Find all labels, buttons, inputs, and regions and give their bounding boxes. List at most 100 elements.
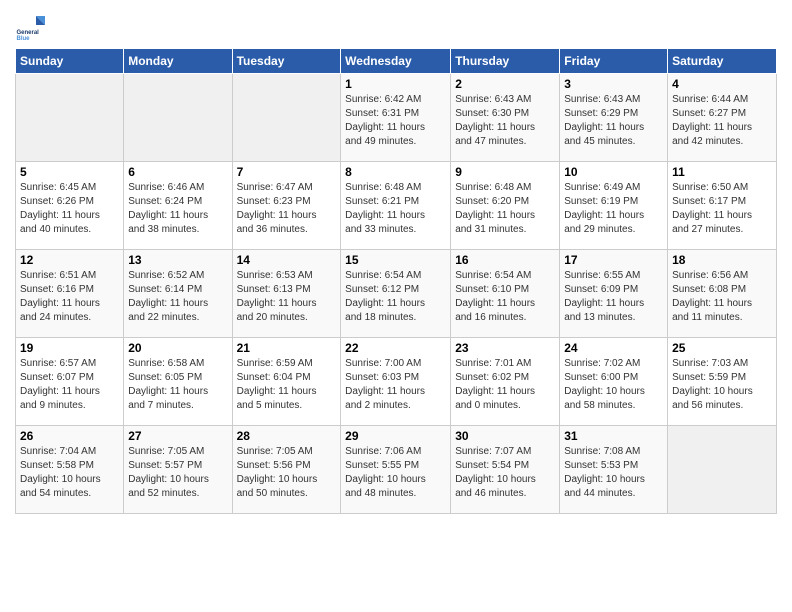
header: General Blue — [15, 10, 777, 40]
calendar-week-row: 5 Sunrise: 6:45 AM Sunset: 6:26 PM Daylig… — [16, 162, 777, 250]
day-number: 23 — [455, 341, 555, 355]
day-info: Sunrise: 6:52 AM Sunset: 6:14 PM Dayligh… — [128, 269, 227, 325]
day-info: Sunrise: 6:44 AM Sunset: 6:27 PM Dayligh… — [672, 93, 772, 149]
day-number: 10 — [564, 165, 663, 179]
day-info: Sunrise: 6:53 AM Sunset: 6:13 PM Dayligh… — [237, 269, 337, 325]
calendar-cell: 11Sunrise: 6:50 AM Sunset: 6:17 PM Dayli… — [668, 162, 777, 250]
day-info: Sunrise: 6:59 AM Sunset: 6:04 PM Dayligh… — [237, 357, 337, 413]
calendar-week-row: 26Sunrise: 7:04 AM Sunset: 5:58 PM Dayli… — [16, 426, 777, 514]
day-number: 11 — [672, 165, 772, 179]
day-info: Sunrise: 6:47 AM Sunset: 6:23 PM Dayligh… — [237, 181, 337, 237]
day-number: 3 — [564, 77, 663, 91]
day-number: 27 — [128, 429, 227, 443]
day-info: Sunrise: 7:08 AM Sunset: 5:53 PM Dayligh… — [564, 445, 663, 501]
calendar-cell: 6Sunrise: 6:46 AM Sunset: 6:24 PM Daylig… — [124, 162, 232, 250]
day-number: 9 — [455, 165, 555, 179]
calendar-cell: 2 Sunrise: 6:43 AM Sunset: 6:30 PM Daylig… — [451, 74, 560, 162]
svg-text:Blue: Blue — [17, 36, 31, 40]
calendar-cell: 27 Sunrise: 7:05 AM Sunset: 5:57 PM Dayli… — [124, 426, 232, 514]
day-info: Sunrise: 7:06 AM Sunset: 5:55 PM Dayligh… — [345, 445, 446, 501]
day-info: Sunrise: 6:43 AM Sunset: 6:30 PM Dayligh… — [455, 93, 555, 149]
weekday-header: Monday — [124, 49, 232, 74]
day-number: 18 — [672, 253, 772, 267]
day-info: Sunrise: 7:05 AM Sunset: 5:56 PM Dayligh… — [237, 445, 337, 501]
weekday-header: Friday — [560, 49, 668, 74]
day-number: 19 — [20, 341, 119, 355]
day-number: 12 — [20, 253, 119, 267]
day-number: 25 — [672, 341, 772, 355]
day-info: Sunrise: 6:54 AM Sunset: 6:12 PM Dayligh… — [345, 269, 446, 325]
calendar-cell: 9 Sunrise: 6:48 AM Sunset: 6:20 PM Daylig… — [451, 162, 560, 250]
calendar-cell: 1 Sunrise: 6:42 AM Sunset: 6:31 PM Daylig… — [341, 74, 451, 162]
day-info: Sunrise: 7:05 AM Sunset: 5:57 PM Dayligh… — [128, 445, 227, 501]
calendar-cell: 18Sunrise: 6:56 AM Sunset: 6:08 PM Dayli… — [668, 250, 777, 338]
calendar-cell: 24Sunrise: 7:02 AM Sunset: 6:00 PM Dayli… — [560, 338, 668, 426]
day-number: 22 — [345, 341, 446, 355]
calendar-week-row: 12 Sunrise: 6:51 AM Sunset: 6:16 PM Dayli… — [16, 250, 777, 338]
calendar-cell: 13 Sunrise: 6:52 AM Sunset: 6:14 PM Dayli… — [124, 250, 232, 338]
day-number: 31 — [564, 429, 663, 443]
weekday-header: Saturday — [668, 49, 777, 74]
day-info: Sunrise: 6:48 AM Sunset: 6:20 PM Dayligh… — [455, 181, 555, 237]
day-info: Sunrise: 7:03 AM Sunset: 5:59 PM Dayligh… — [672, 357, 772, 413]
calendar-cell: 4 Sunrise: 6:44 AM Sunset: 6:27 PM Daylig… — [668, 74, 777, 162]
day-info: Sunrise: 6:55 AM Sunset: 6:09 PM Dayligh… — [564, 269, 663, 325]
day-number: 17 — [564, 253, 663, 267]
calendar-cell: 19 Sunrise: 6:57 AM Sunset: 6:07 PM Dayli… — [16, 338, 124, 426]
calendar-cell: 29 Sunrise: 7:06 AM Sunset: 5:55 PM Dayli… — [341, 426, 451, 514]
day-number: 13 — [128, 253, 227, 267]
day-info: Sunrise: 7:00 AM Sunset: 6:03 PM Dayligh… — [345, 357, 446, 413]
calendar-table: SundayMondayTuesdayWednesdayThursdayFrid… — [15, 48, 777, 514]
calendar-cell: 21 Sunrise: 6:59 AM Sunset: 6:04 PM Dayli… — [232, 338, 341, 426]
weekday-header: Tuesday — [232, 49, 341, 74]
day-number: 5 — [20, 165, 119, 179]
day-info: Sunrise: 7:04 AM Sunset: 5:58 PM Dayligh… — [20, 445, 119, 501]
calendar-cell — [124, 74, 232, 162]
calendar-cell: 16Sunrise: 6:54 AM Sunset: 6:10 PM Dayli… — [451, 250, 560, 338]
calendar-cell — [668, 426, 777, 514]
day-info: Sunrise: 6:54 AM Sunset: 6:10 PM Dayligh… — [455, 269, 555, 325]
calendar-cell: 17 Sunrise: 6:55 AM Sunset: 6:09 PM Dayli… — [560, 250, 668, 338]
calendar-week-row: 19 Sunrise: 6:57 AM Sunset: 6:07 PM Dayli… — [16, 338, 777, 426]
weekday-header: Sunday — [16, 49, 124, 74]
day-number: 2 — [455, 77, 555, 91]
day-number: 8 — [345, 165, 446, 179]
calendar-cell: 28 Sunrise: 7:05 AM Sunset: 5:56 PM Dayli… — [232, 426, 341, 514]
calendar-cell: 23Sunrise: 7:01 AM Sunset: 6:02 PM Dayli… — [451, 338, 560, 426]
calendar-cell: 22 Sunrise: 7:00 AM Sunset: 6:03 PM Dayli… — [341, 338, 451, 426]
calendar-cell: 30 Sunrise: 7:07 AM Sunset: 5:54 PM Dayli… — [451, 426, 560, 514]
day-info: Sunrise: 6:58 AM Sunset: 6:05 PM Dayligh… — [128, 357, 227, 413]
calendar-cell: 15Sunrise: 6:54 AM Sunset: 6:12 PM Dayli… — [341, 250, 451, 338]
calendar-cell — [16, 74, 124, 162]
day-info: Sunrise: 6:51 AM Sunset: 6:16 PM Dayligh… — [20, 269, 119, 325]
day-number: 29 — [345, 429, 446, 443]
day-number: 30 — [455, 429, 555, 443]
calendar-cell: 31 Sunrise: 7:08 AM Sunset: 5:53 PM Dayli… — [560, 426, 668, 514]
day-info: Sunrise: 6:42 AM Sunset: 6:31 PM Dayligh… — [345, 93, 446, 149]
page-container: General Blue SundayMondayTuesdayWednesda… — [0, 0, 792, 519]
calendar-cell: 20 Sunrise: 6:58 AM Sunset: 6:05 PM Dayli… — [124, 338, 232, 426]
day-info: Sunrise: 7:02 AM Sunset: 6:00 PM Dayligh… — [564, 357, 663, 413]
day-info: Sunrise: 7:07 AM Sunset: 5:54 PM Dayligh… — [455, 445, 555, 501]
day-info: Sunrise: 6:45 AM Sunset: 6:26 PM Dayligh… — [20, 181, 119, 237]
svg-text:General: General — [17, 30, 40, 36]
day-number: 1 — [345, 77, 446, 91]
calendar-cell: 26Sunrise: 7:04 AM Sunset: 5:58 PM Dayli… — [16, 426, 124, 514]
day-info: Sunrise: 6:57 AM Sunset: 6:07 PM Dayligh… — [20, 357, 119, 413]
day-number: 28 — [237, 429, 337, 443]
day-number: 7 — [237, 165, 337, 179]
calendar-cell: 12 Sunrise: 6:51 AM Sunset: 6:16 PM Dayli… — [16, 250, 124, 338]
calendar-cell: 14 Sunrise: 6:53 AM Sunset: 6:13 PM Dayli… — [232, 250, 341, 338]
day-number: 20 — [128, 341, 227, 355]
day-number: 14 — [237, 253, 337, 267]
logo-icon: General Blue — [15, 10, 45, 40]
calendar-cell: 10Sunrise: 6:49 AM Sunset: 6:19 PM Dayli… — [560, 162, 668, 250]
calendar-cell: 7 Sunrise: 6:47 AM Sunset: 6:23 PM Daylig… — [232, 162, 341, 250]
calendar-cell: 5 Sunrise: 6:45 AM Sunset: 6:26 PM Daylig… — [16, 162, 124, 250]
day-number: 21 — [237, 341, 337, 355]
logo: General Blue — [15, 10, 47, 40]
day-number: 4 — [672, 77, 772, 91]
calendar-header-row: SundayMondayTuesdayWednesdayThursdayFrid… — [16, 49, 777, 74]
day-info: Sunrise: 6:43 AM Sunset: 6:29 PM Dayligh… — [564, 93, 663, 149]
day-number: 6 — [128, 165, 227, 179]
